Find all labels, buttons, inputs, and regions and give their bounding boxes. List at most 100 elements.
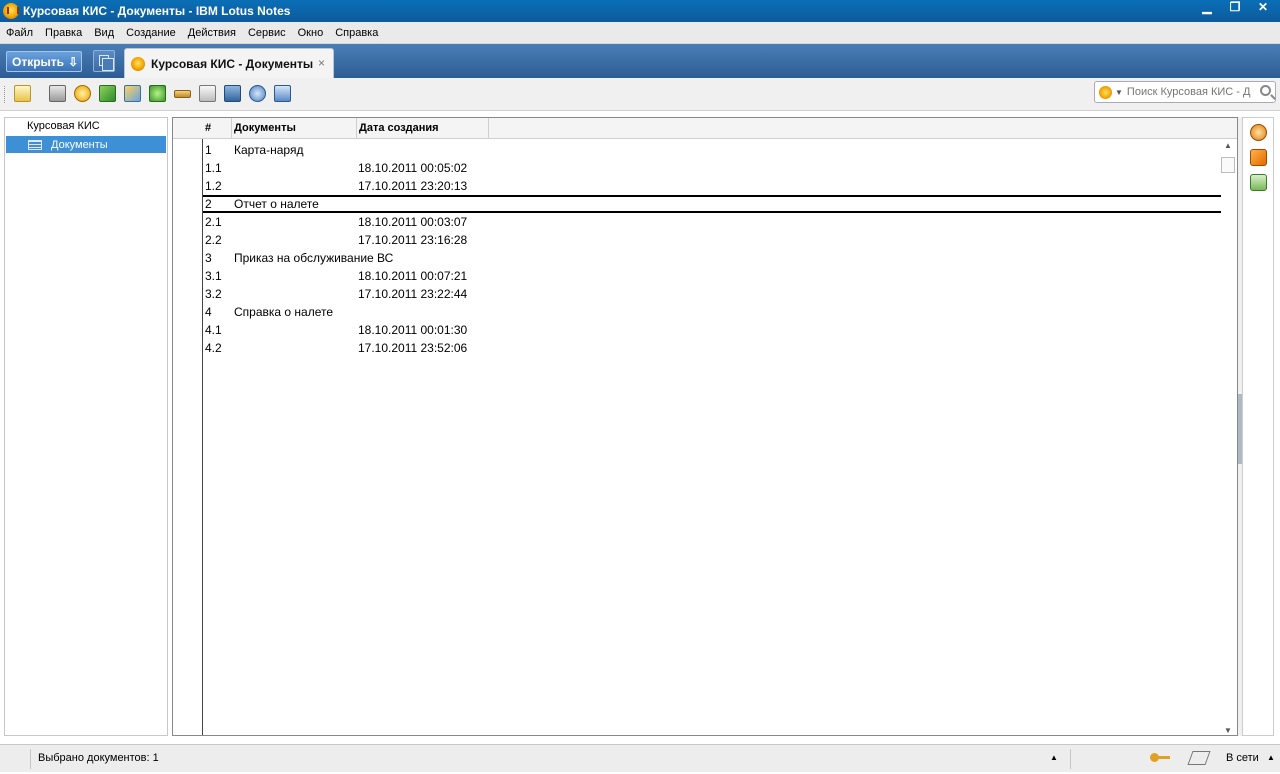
row-number: 1.2 (205, 179, 222, 193)
navigator-root[interactable]: Курсовая КИС (27, 120, 100, 132)
search-scope-dropdown-icon[interactable]: ▼ (1115, 88, 1123, 97)
table-row[interactable]: 4 Справка о налете (173, 303, 1221, 321)
window-title: Курсовая КИС - Документы - IBM Lotus Not… (23, 4, 291, 18)
find-icon[interactable] (224, 85, 241, 102)
navigator-item-documents[interactable]: Документы (6, 136, 166, 153)
row-number: 3 (205, 251, 212, 265)
menu-bar: Файл Правка Вид Создание Действия Сервис… (0, 22, 1280, 44)
database-icon (131, 56, 145, 71)
menu-file[interactable]: Файл (0, 27, 39, 39)
open-button-label: Открыть (12, 54, 65, 69)
next-unread-icon[interactable] (99, 85, 116, 102)
row-number: 2 (205, 197, 212, 211)
row-number: 2.2 (205, 233, 222, 247)
table-row[interactable]: 4.2 17.10.2011 23:52:06 (173, 339, 1221, 357)
row-number: 3.1 (205, 269, 222, 283)
search-input[interactable] (1126, 86, 1251, 98)
calendar-icon[interactable] (1250, 174, 1267, 191)
table-row[interactable]: 3.2 17.10.2011 23:22:44 (173, 285, 1221, 303)
open-arrow-icon: ⇩ (68, 54, 79, 69)
switch-windows-button[interactable] (93, 50, 115, 72)
row-number: 4.2 (205, 341, 222, 355)
row-document: Справка о налете (234, 305, 334, 319)
table-row[interactable]: 2 Отчет о налете (203, 195, 1221, 213)
location-dropdown-icon[interactable]: ▲ (1267, 753, 1275, 762)
feeds-icon[interactable] (1250, 149, 1267, 166)
mark-icon[interactable] (174, 90, 191, 98)
menu-view[interactable]: Вид (88, 27, 120, 39)
open-button[interactable]: Открыть ⇩ (6, 51, 82, 72)
menu-edit[interactable]: Правка (39, 27, 88, 39)
menu-tools[interactable]: Сервис (242, 27, 292, 39)
menu-actions[interactable]: Действия (182, 27, 242, 39)
replication-icon[interactable] (1187, 751, 1211, 765)
lotus-notes-icon[interactable] (3, 3, 19, 19)
row-date: 17.10.2011 23:22:44 (358, 287, 468, 301)
table-row[interactable]: 1 Карта-наряд (173, 141, 1221, 159)
view-pane: # Документы Дата создания 1 Карта-наряд 1.… (172, 117, 1238, 736)
windows-icon (99, 55, 114, 71)
row-number: 4.1 (205, 323, 222, 337)
row-date: 18.10.2011 00:01:30 (358, 323, 468, 337)
properties-icon[interactable] (274, 85, 291, 102)
key-icon[interactable] (1150, 753, 1172, 763)
table-row[interactable]: 2.2 17.10.2011 23:16:28 (173, 231, 1221, 249)
table-row[interactable]: 4.1 18.10.2011 00:01:30 (173, 321, 1221, 339)
sametime-icon[interactable] (1250, 124, 1267, 141)
row-date: 18.10.2011 00:03:07 (358, 215, 468, 229)
menu-help[interactable]: Справка (329, 27, 384, 39)
scroll-down-icon[interactable]: ▼ (1224, 726, 1232, 735)
window-controls: ▁ ❐ ✕ (1194, 0, 1276, 16)
tab-strip: Открыть ⇩ Курсовая КИС - Документы × (0, 44, 1280, 78)
close-window-button[interactable]: ✕ (1250, 0, 1276, 16)
row-number: 4 (205, 305, 212, 319)
row-date: 17.10.2011 23:16:28 (358, 233, 468, 247)
view-header: # Документы Дата создания (173, 118, 1237, 139)
table-row[interactable]: 3 Приказ на обслуживание ВС (173, 249, 1221, 267)
toolbar-grip[interactable] (4, 86, 7, 103)
status-expand-icon[interactable]: ▲ (1050, 753, 1058, 762)
navigator-pane: Курсовая КИС Документы (4, 117, 168, 736)
row-number: 3.2 (205, 287, 222, 301)
menu-window[interactable]: Окно (292, 27, 330, 39)
status-divider (30, 749, 31, 769)
row-number: 2.1 (205, 215, 222, 229)
location-label[interactable]: В сети (1226, 752, 1259, 764)
row-date: 18.10.2011 00:07:21 (358, 269, 468, 283)
stop-icon[interactable] (74, 85, 91, 102)
search-icon[interactable] (1260, 85, 1271, 96)
scroll-up-icon[interactable]: ▲ (1224, 141, 1232, 150)
table-row[interactable]: 1.2 17.10.2011 23:20:13 (173, 177, 1221, 195)
restore-button[interactable]: ❐ (1222, 0, 1248, 16)
table-row[interactable]: 3.1 18.10.2011 00:07:21 (173, 267, 1221, 285)
row-number: 1 (205, 143, 212, 157)
row-date: 17.10.2011 23:20:13 (358, 179, 468, 193)
vertical-scrollbar[interactable]: ▲ ▼ (1221, 141, 1235, 735)
status-bar: Выбрано документов: 1 ▲ В сети ▲ (0, 744, 1280, 772)
table-row[interactable]: 1.1 18.10.2011 00:05:02 (173, 159, 1221, 177)
new-memo-icon[interactable] (14, 85, 31, 102)
scroll-thumb[interactable] (1221, 157, 1235, 173)
minimize-button[interactable]: ▁ (1194, 0, 1220, 16)
menu-create[interactable]: Создание (120, 27, 182, 39)
tab-label: Курсовая КИС - Документы (151, 56, 314, 71)
print-icon[interactable] (49, 85, 66, 102)
column-header-documents[interactable]: Документы (232, 118, 357, 139)
row-number: 1.1 (205, 161, 222, 175)
status-selected-count: Выбрано документов: 1 (38, 752, 159, 764)
tab-documents[interactable]: Курсовая КИС - Документы × (124, 48, 334, 78)
column-header-number[interactable]: # (203, 118, 232, 139)
navigator-item-label: Документы (51, 138, 108, 151)
view-rows: 1 Карта-наряд 1.1 18.10.2011 00:05:02 1.2 17.… (173, 141, 1221, 357)
row-date: 17.10.2011 23:52:06 (358, 341, 468, 355)
close-tab-icon[interactable]: × (318, 56, 325, 70)
previous-unread-icon[interactable] (124, 85, 141, 102)
add-icon[interactable] (149, 85, 166, 102)
search-scope-icon[interactable] (1099, 85, 1112, 99)
refresh-icon[interactable] (249, 85, 266, 102)
table-row[interactable]: 2.1 18.10.2011 00:03:07 (173, 213, 1221, 231)
right-sidebar (1242, 117, 1274, 736)
column-header-date[interactable]: Дата создания (357, 118, 489, 139)
search-box[interactable]: ▼ (1094, 81, 1276, 103)
copy-icon[interactable] (199, 85, 216, 102)
